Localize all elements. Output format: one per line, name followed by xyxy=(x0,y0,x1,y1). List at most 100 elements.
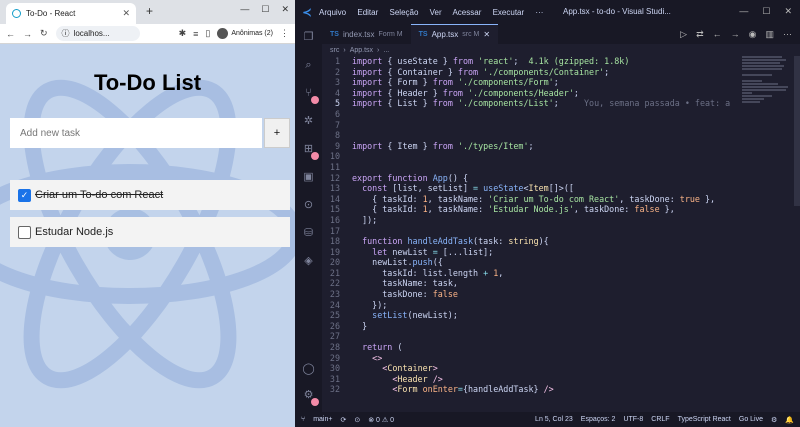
breadcrumb-item[interactable]: src xyxy=(330,47,339,54)
git-branch[interactable]: main+ xyxy=(313,416,332,423)
close-icon[interactable]: ✕ xyxy=(122,8,130,19)
language-mode[interactable]: TypeScript React xyxy=(678,416,731,423)
git-icon[interactable]: ◉ xyxy=(749,29,757,40)
minimize-icon[interactable]: — xyxy=(739,6,748,17)
menu-item-more[interactable]: ··· xyxy=(535,8,543,17)
typescript-icon: TS xyxy=(418,31,428,38)
go-live-button[interactable]: Go Live xyxy=(739,416,763,423)
page-title: To-Do List xyxy=(93,70,202,95)
back-icon[interactable]: ← xyxy=(6,29,15,39)
git-graph-icon[interactable]: ⊙ xyxy=(301,198,316,213)
vscode-window: ≺ Arquivo Editar Seleção Ver Acessar Exe… xyxy=(295,0,800,427)
encoding[interactable]: UTF-8 xyxy=(623,416,643,423)
todo-app: To-Do List + ✓ Criar um To-do com React … xyxy=(0,44,295,427)
incognito-profile[interactable]: Anônimas (2) xyxy=(217,28,273,39)
split-editor-icon[interactable]: ▥ xyxy=(765,29,774,40)
screen: To-Do - React ✕ + — ☐ ✕ ← → ↻ ⓘ localhos… xyxy=(0,0,800,427)
editor-scrollbar[interactable] xyxy=(794,56,800,412)
address-bar[interactable]: ⓘ localhos... xyxy=(55,26,140,41)
react-icon xyxy=(12,9,21,18)
task-checkbox[interactable] xyxy=(18,225,31,239)
search-icon[interactable]: ⌕ xyxy=(301,58,316,73)
notifications-icon[interactable]: 🔔 xyxy=(785,416,794,424)
sidepanel-icon[interactable]: ▯ xyxy=(205,28,210,39)
breadcrumb-item[interactable]: ... xyxy=(383,47,389,54)
menu-item-editar[interactable]: Editar xyxy=(357,8,378,17)
tab-label: App.tsx xyxy=(431,30,459,39)
source-control-icon[interactable]: ⑂ xyxy=(301,86,319,104)
maximize-icon[interactable]: ☐ xyxy=(261,4,269,15)
incognito-icon xyxy=(217,28,229,39)
window-title: App.tsx - to-do - Visual Studi... xyxy=(563,7,671,16)
docker-icon[interactable]: ▣ xyxy=(301,170,316,185)
browser-menu-icon[interactable]: ⋮ xyxy=(280,28,289,39)
tab-path: src M xyxy=(462,31,480,38)
menu-item-executar[interactable]: Executar xyxy=(493,8,525,17)
browser-toolbar: ← → ↻ ⓘ localhos... ✱ ≡ ▯ Anônimas (2) ⋮ xyxy=(0,24,295,44)
debug-icon[interactable]: ✲ xyxy=(301,114,316,129)
task-label: Estudar Node.js xyxy=(35,226,114,238)
info-icon[interactable]: ⓘ xyxy=(62,28,70,39)
browser-tabstrip: To-Do - React ✕ + — ☐ ✕ xyxy=(0,0,295,24)
new-tab-icon[interactable]: + xyxy=(146,4,153,18)
task-item[interactable]: ✓ Criar um To-do com React xyxy=(10,180,290,210)
extensions-icon[interactable]: ⊞ xyxy=(301,142,319,160)
run-icon[interactable]: ▷ xyxy=(680,29,687,40)
go-forward-icon[interactable]: → xyxy=(731,29,740,39)
menu-item-arquivo[interactable]: Arquivo xyxy=(319,8,346,17)
task-item[interactable]: Estudar Node.js xyxy=(10,217,290,247)
minimize-icon[interactable]: — xyxy=(240,4,249,15)
explorer-icon[interactable]: ❐ xyxy=(301,30,316,45)
menu-item-ver[interactable]: Ver xyxy=(430,8,442,17)
layers-icon[interactable]: ◈ xyxy=(301,254,316,269)
settings-gear-icon[interactable]: ⚙ xyxy=(301,388,319,406)
more-actions-icon[interactable]: ··· xyxy=(783,29,792,39)
vscode-window-controls: — ☐ ✕ xyxy=(739,6,792,17)
settings-sync-icon[interactable]: ⚙ xyxy=(771,416,777,424)
browser-toolbar-right: ✱ ≡ ▯ Anônimas (2) ⋮ xyxy=(179,28,289,39)
menu-bar: Arquivo Editar Seleção Ver Acessar Execu… xyxy=(319,8,552,17)
remote-icon[interactable]: ⊙ xyxy=(354,416,360,424)
code-editor[interactable]: 1 import { useState } from 'react'; 4.1k … xyxy=(322,56,742,412)
account-icon[interactable]: ◯ xyxy=(301,362,316,377)
badge-icon xyxy=(311,96,319,104)
compare-icon[interactable]: ⇄ xyxy=(696,29,704,40)
line-endings[interactable]: CRLF xyxy=(651,416,669,423)
browser-tab[interactable]: To-Do - React ✕ xyxy=(6,3,136,24)
extensions-icon[interactable]: ✱ xyxy=(179,28,187,39)
editor-actions: ▷ ⇄ ← → ◉ ▥ ··· xyxy=(680,24,800,44)
reading-list-icon[interactable]: ≡ xyxy=(193,29,198,39)
badge-icon xyxy=(311,398,319,406)
new-task-input[interactable] xyxy=(10,118,262,148)
task-label: Criar um To-do com React xyxy=(35,189,164,201)
maximize-icon[interactable]: ☐ xyxy=(762,6,770,17)
database-icon[interactable]: ⛁ xyxy=(301,226,316,241)
go-back-icon[interactable]: ← xyxy=(713,29,722,39)
add-task-button[interactable]: + xyxy=(264,118,290,148)
chevron-right-icon: › xyxy=(377,46,380,54)
profile-label: Anônimas (2) xyxy=(231,30,273,37)
indentation[interactable]: Espaços: 2 xyxy=(581,416,616,423)
tab-index-tsx[interactable]: TS index.tsx Form M xyxy=(322,24,411,44)
scrollbar-thumb[interactable] xyxy=(794,56,800,206)
minimap[interactable] xyxy=(742,56,792,116)
menu-item-acessar[interactable]: Acessar xyxy=(452,8,481,17)
task-checkbox-checked[interactable]: ✓ xyxy=(18,188,31,202)
sync-icon[interactable]: ⟳ xyxy=(340,416,346,424)
tab-app-tsx[interactable]: TS App.tsx src M ✕ xyxy=(410,24,499,44)
problems-indicator[interactable]: ⊗ 0 ⚠ 0 xyxy=(368,416,394,424)
forward-icon[interactable]: → xyxy=(23,29,32,39)
cursor-position[interactable]: Ln 5, Col 23 xyxy=(535,416,573,423)
close-window-icon[interactable]: ✕ xyxy=(281,4,289,15)
vscode-logo-icon: ≺ xyxy=(302,6,312,19)
editor-tabs: TS index.tsx Form M TS App.tsx src M ✕ ▷… xyxy=(322,24,800,44)
reload-icon[interactable]: ↻ xyxy=(40,28,48,39)
breadcrumb-item[interactable]: App.tsx xyxy=(350,47,373,54)
menu-item-selecao[interactable]: Seleção xyxy=(390,8,419,17)
url-text: localhos... xyxy=(73,29,110,38)
typescript-icon: TS xyxy=(330,30,339,38)
close-icon[interactable]: ✕ xyxy=(483,30,490,39)
close-window-icon[interactable]: ✕ xyxy=(784,6,792,17)
browser-window-controls: — ☐ ✕ xyxy=(240,4,289,15)
tab-path: Form M xyxy=(378,30,403,38)
